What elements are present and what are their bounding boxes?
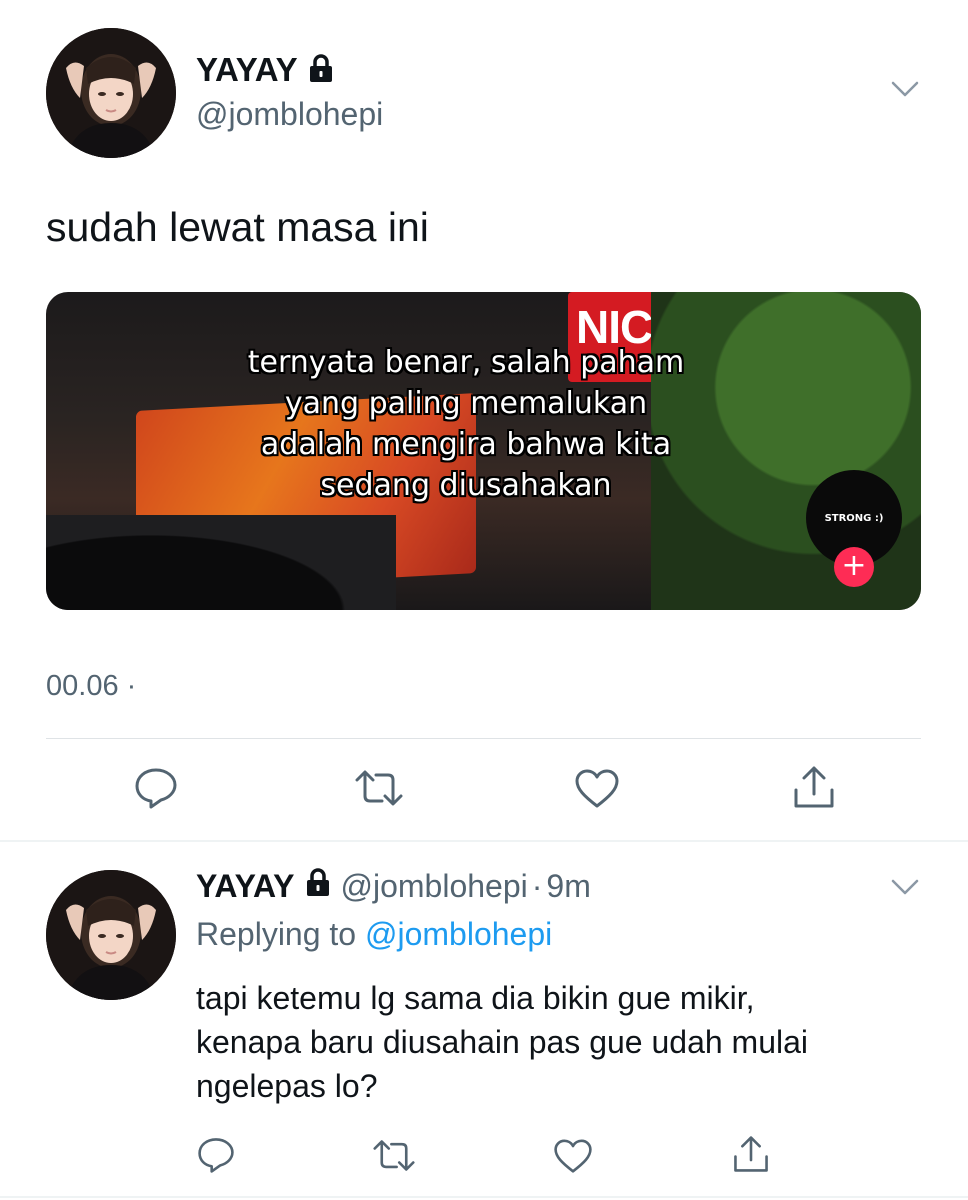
reply-timestamp[interactable]: 9m — [546, 868, 590, 905]
share-button[interactable] — [732, 1134, 770, 1174]
reply-text: tapi ketemu lg sama dia bikin gue mikir,… — [196, 976, 808, 1108]
section-separator — [0, 840, 968, 842]
retweet-icon — [373, 1140, 415, 1171]
caption-line: ternyata benar, salah paham — [247, 345, 685, 380]
divider — [46, 738, 921, 739]
more-options-button[interactable] — [890, 80, 920, 103]
avatar-image — [46, 870, 176, 1000]
heart-icon — [554, 1139, 592, 1173]
reply-text-line: ngelepas lo? — [196, 1068, 378, 1104]
replying-to-label: Replying to — [196, 916, 357, 952]
like-button[interactable] — [574, 768, 620, 810]
user-handle[interactable]: @jomblohepi — [196, 96, 383, 133]
like-button[interactable] — [553, 1138, 593, 1175]
more-options-button[interactable] — [890, 878, 920, 901]
chevron-down-icon — [891, 81, 919, 97]
media-caption: ternyata benar, salah paham yang paling … — [146, 342, 786, 506]
display-name[interactable]: YAYAY — [196, 51, 298, 89]
replying-to-handle[interactable]: @jomblohepi — [365, 916, 552, 952]
media-car — [46, 515, 396, 610]
bottom-separator — [0, 1196, 968, 1198]
heart-icon — [575, 769, 619, 808]
tweet-text: sudah lewat masa ini — [46, 204, 429, 250]
badge-text: STRONG :) — [824, 512, 884, 524]
reply-icon — [135, 768, 177, 809]
retweet-button[interactable] — [354, 768, 404, 808]
avatar[interactable] — [46, 870, 176, 1000]
reply-text-line: tapi ketemu lg sama dia bikin gue mikir, — [196, 980, 755, 1016]
caption-line: sedang diusahakan — [320, 468, 612, 503]
share-icon — [734, 1136, 768, 1172]
tweet-timestamp[interactable]: 00.06 · — [46, 670, 136, 703]
replying-to: Replying to @jomblohepi — [196, 916, 552, 953]
reply-button[interactable] — [133, 766, 179, 810]
retweet-button[interactable] — [372, 1138, 416, 1173]
user-handle[interactable]: @jomblohepi — [341, 868, 528, 905]
lock-icon — [305, 867, 331, 905]
reply-text-line: kenapa baru diusahain pas gue udah mulai — [196, 1024, 809, 1060]
lock-icon — [308, 53, 334, 88]
share-button[interactable] — [792, 764, 836, 810]
display-name[interactable]: YAYAY — [196, 868, 295, 905]
reply-button[interactable] — [196, 1136, 236, 1174]
tweet-media[interactable]: NICE ternyata benar, salah paham yang pa… — [46, 292, 921, 610]
follow-plus-icon: + — [834, 547, 874, 587]
separator-dot: · — [531, 867, 543, 904]
avatar[interactable] — [46, 28, 176, 158]
share-icon — [794, 766, 834, 808]
reply-icon — [198, 1138, 234, 1173]
caption-line: adalah mengira bahwa kita — [260, 427, 672, 462]
chevron-down-icon — [891, 879, 919, 895]
retweet-icon — [355, 770, 403, 806]
caption-line: yang paling memalukan — [284, 386, 648, 421]
avatar-image — [46, 28, 176, 158]
